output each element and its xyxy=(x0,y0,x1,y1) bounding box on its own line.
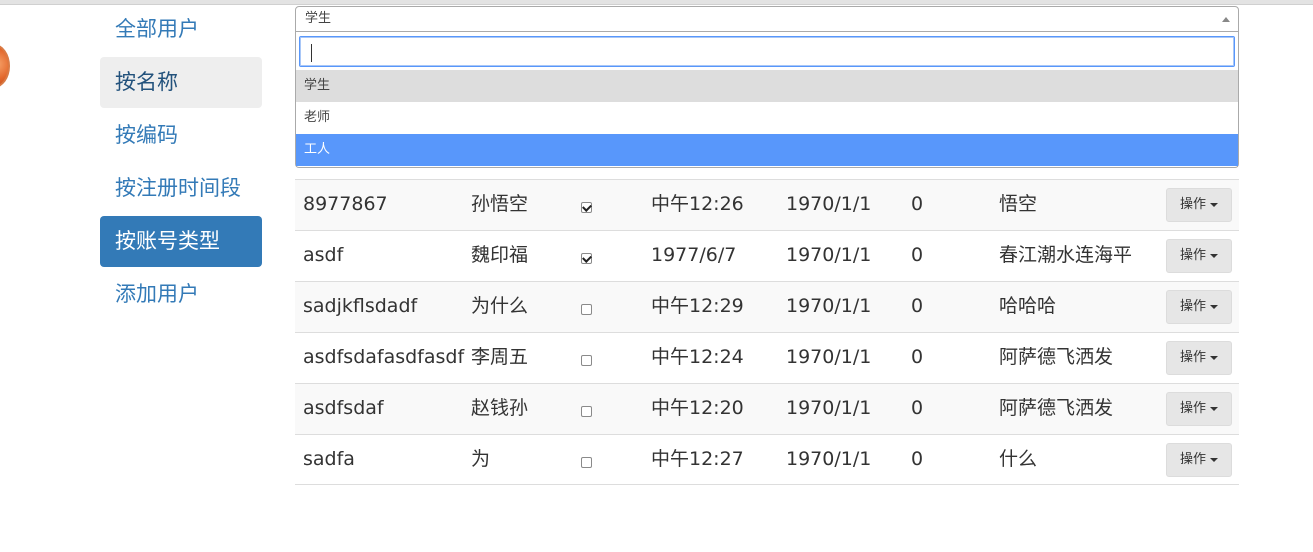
sidebar-item-add-user[interactable]: 添加用户 xyxy=(100,269,262,320)
caret-down-icon xyxy=(1210,304,1218,309)
date-cell: 1970/1/1 xyxy=(786,448,872,470)
sidebar-item-by-code[interactable]: 按编码 xyxy=(100,110,262,161)
user-name-cell: 赵钱孙 xyxy=(471,397,529,419)
user-name-cell: 为什么 xyxy=(471,295,529,317)
sidebar-item-by-account-type[interactable]: 按账号类型 xyxy=(100,216,262,267)
row-checkbox[interactable] xyxy=(581,457,592,468)
dropdown-option-student[interactable]: 学生 xyxy=(296,70,1238,102)
table-row: 8977867 孙悟空 中午12:26 1970/1/1 0 悟空 操作 xyxy=(295,179,1239,230)
date-cell: 1970/1/1 xyxy=(786,193,872,215)
date-cell: 1970/1/1 xyxy=(786,346,872,368)
action-dropdown-button[interactable]: 操作 xyxy=(1166,188,1232,222)
row-checkbox[interactable] xyxy=(581,304,592,315)
description-cell: 悟空 xyxy=(999,193,1038,215)
count-cell: 0 xyxy=(911,244,924,266)
time-cell: 中午12:26 xyxy=(651,193,744,215)
count-cell: 0 xyxy=(911,448,924,470)
sidebar-nav: 全部用户 按名称 按编码 按注册时间段 按账号类型 添加用户 xyxy=(100,4,262,322)
action-dropdown-button[interactable]: 操作 xyxy=(1166,239,1232,273)
time-cell: 中午12:20 xyxy=(651,397,744,419)
row-checkbox[interactable] xyxy=(581,406,592,417)
table-row: asdf 魏印福 1977/6/7 1970/1/1 0 春江潮水连海平 操作 xyxy=(295,230,1239,281)
user-code-cell: asdfsdaf xyxy=(303,397,384,419)
row-checkbox[interactable] xyxy=(581,253,592,264)
caret-up-icon xyxy=(1222,17,1230,22)
time-cell: 中午12:24 xyxy=(651,346,744,368)
account-type-dropdown: 学生 老师 工人 xyxy=(295,32,1239,168)
caret-down-icon xyxy=(1210,406,1218,411)
action-button-label: 操作 xyxy=(1179,401,1206,416)
description-cell: 阿萨德飞洒发 xyxy=(999,346,1114,368)
action-dropdown-button[interactable]: 操作 xyxy=(1166,392,1232,426)
user-code-cell: sadfa xyxy=(303,448,355,470)
table-row: asdfsdafasdfasdf 李周五 中午12:24 1970/1/1 0 阿萨德飞洒… xyxy=(295,332,1239,383)
account-type-select-value: 学生 xyxy=(305,11,332,26)
text-cursor xyxy=(311,44,312,62)
date-cell: 1970/1/1 xyxy=(786,397,872,419)
description-cell: 什么 xyxy=(999,448,1038,470)
user-name-cell: 孙悟空 xyxy=(471,193,529,215)
action-button-label: 操作 xyxy=(1179,197,1206,212)
user-name-cell: 李周五 xyxy=(471,346,529,368)
time-cell: 中午12:27 xyxy=(651,448,744,470)
user-code-cell: 8977867 xyxy=(303,193,388,215)
count-cell: 0 xyxy=(911,295,924,317)
dropdown-search-input[interactable] xyxy=(299,36,1235,67)
caret-down-icon xyxy=(1210,253,1218,258)
description-cell: 哈哈哈 xyxy=(999,295,1057,317)
date-cell: 1970/1/1 xyxy=(786,244,872,266)
caret-down-icon xyxy=(1210,457,1218,462)
count-cell: 0 xyxy=(911,397,924,419)
sidebar-item-by-register-time[interactable]: 按注册时间段 xyxy=(100,163,262,214)
action-button-label: 操作 xyxy=(1179,299,1206,314)
action-dropdown-button[interactable]: 操作 xyxy=(1166,290,1232,324)
user-code-cell: asdf xyxy=(303,244,344,266)
sidebar-item-all-users[interactable]: 全部用户 xyxy=(100,4,262,55)
action-button-label: 操作 xyxy=(1179,248,1206,263)
floating-avatar-icon[interactable] xyxy=(0,44,10,88)
user-code-cell: asdfsdafasdfasdf xyxy=(303,346,465,368)
account-type-select[interactable]: 学生 xyxy=(295,6,1239,32)
row-checkbox[interactable] xyxy=(581,355,592,366)
dropdown-option-teacher[interactable]: 老师 xyxy=(296,102,1238,134)
time-cell: 中午12:29 xyxy=(651,295,744,317)
caret-down-icon xyxy=(1210,202,1218,207)
count-cell: 0 xyxy=(911,193,924,215)
user-table: 8977867 孙悟空 中午12:26 1970/1/1 0 悟空 操作 asdf 魏印福 197… xyxy=(295,179,1239,485)
user-name-cell: 魏印福 xyxy=(471,244,529,266)
time-cell: 1977/6/7 xyxy=(651,244,737,266)
caret-down-icon xyxy=(1210,355,1218,360)
description-cell: 阿萨德飞洒发 xyxy=(999,397,1114,419)
description-cell: 春江潮水连海平 xyxy=(999,244,1133,266)
user-code-cell: sadjkflsdadf xyxy=(303,295,418,317)
dropdown-option-worker[interactable]: 工人 xyxy=(296,134,1238,166)
table-row: asdfsdaf 赵钱孙 中午12:20 1970/1/1 0 阿萨德飞洒发 操作 xyxy=(295,383,1239,434)
count-cell: 0 xyxy=(911,346,924,368)
user-name-cell: 为 xyxy=(471,448,491,470)
table-row: sadfa 为 中午12:27 1970/1/1 0 什么 操作 xyxy=(295,434,1239,485)
row-checkbox[interactable] xyxy=(581,202,592,213)
sidebar-item-by-name[interactable]: 按名称 xyxy=(100,57,262,108)
action-dropdown-button[interactable]: 操作 xyxy=(1166,341,1232,375)
date-cell: 1970/1/1 xyxy=(786,295,872,317)
action-button-label: 操作 xyxy=(1179,350,1206,365)
table-row: sadjkflsdadf 为什么 中午12:29 1970/1/1 0 哈哈哈 操作 xyxy=(295,281,1239,332)
action-button-label: 操作 xyxy=(1179,452,1206,467)
action-dropdown-button[interactable]: 操作 xyxy=(1166,443,1232,477)
dropdown-search-wrap xyxy=(296,32,1238,70)
